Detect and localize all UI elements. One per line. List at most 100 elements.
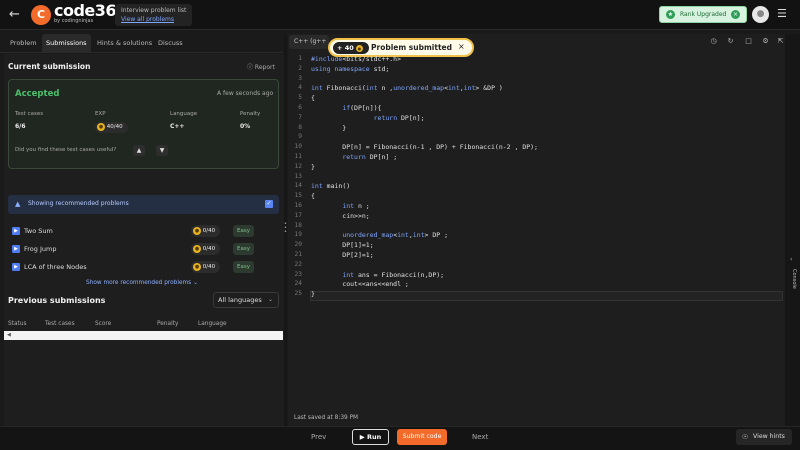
chevron-down-icon: ⌄: [267, 296, 273, 303]
tab-submissions[interactable]: Submissions: [42, 34, 91, 53]
close-icon[interactable]: ×: [458, 42, 465, 51]
line-number: 3: [298, 74, 302, 82]
current-submission-heading: Current submission: [8, 62, 91, 71]
fullscreen-icon[interactable]: □: [744, 37, 753, 46]
line-number: 13: [294, 172, 302, 180]
timer-icon[interactable]: ◷: [709, 37, 718, 46]
back-arrow-icon[interactable]: ←: [9, 7, 25, 23]
code-line[interactable]: int Fibonacci(int n ,unordered_map<int,i…: [311, 84, 503, 92]
view-all-problems-link[interactable]: View all problems: [121, 16, 174, 23]
recommended-problems-bar[interactable]: ▲ Showing recommended problems ✓: [8, 195, 279, 214]
run-button[interactable]: ▶ Run: [352, 429, 389, 445]
list-item[interactable]: ▶ Two Sum ● 0/40 Easy: [8, 224, 279, 238]
scroll-left-icon[interactable]: ◀: [7, 332, 11, 338]
problem-name: Two Sum: [24, 227, 53, 235]
chevron-down-icon: ⌄: [193, 280, 198, 286]
code-line[interactable]: {: [311, 192, 315, 200]
language-filter-select[interactable]: All languages ⌄: [213, 292, 279, 308]
exp-value: 0/40: [202, 264, 216, 270]
code-line[interactable]: DP[1]=1;: [311, 241, 373, 249]
checkbox-icon[interactable]: ✓: [265, 200, 273, 208]
table-scrollbar[interactable]: ◀: [4, 331, 283, 340]
view-hints-button[interactable]: ☉ View hints: [736, 429, 792, 445]
column-header: Language: [198, 321, 227, 327]
penalty-value: 0%: [240, 123, 251, 130]
code-line[interactable]: return DP[n] ;: [311, 153, 397, 161]
difficulty-badge: Easy: [233, 225, 254, 237]
close-icon[interactable]: ×: [731, 10, 740, 19]
expand-icon[interactable]: ⇱: [776, 37, 785, 46]
code-line[interactable]: DP[2]=1;: [311, 251, 373, 259]
previous-submissions-heading: Previous submissions: [8, 296, 106, 305]
language-filter-value: All languages: [218, 296, 262, 304]
line-number: 14: [294, 182, 302, 190]
code-line[interactable]: cin>>n;: [311, 212, 369, 220]
trophy-icon: ★: [666, 10, 675, 19]
show-more-link[interactable]: Show more recommended problems ⌄: [86, 280, 198, 286]
editor-language-tab[interactable]: C++ (g++ 5.4): [289, 35, 329, 49]
code-line[interactable]: }: [311, 163, 315, 171]
hints-label: View hints: [753, 433, 785, 440]
column-header: Test cases: [45, 321, 75, 327]
next-button[interactable]: Next: [472, 433, 488, 441]
rank-upgraded-badge[interactable]: ★ Rank Upgraded ×: [659, 6, 747, 23]
code-line[interactable]: {: [311, 94, 315, 102]
code-line[interactable]: int n ;: [311, 202, 369, 210]
test-cases-value: 6/6: [15, 123, 26, 130]
problem-name: Frog Jump: [24, 245, 57, 253]
line-number: 4: [298, 84, 302, 92]
exp-label: EXP: [95, 111, 106, 117]
line-number: 9: [298, 133, 302, 141]
coin-icon: ●: [97, 122, 105, 131]
line-number: 6: [298, 104, 302, 111]
coin-icon: ●: [193, 262, 201, 271]
code-editor[interactable]: [288, 34, 785, 426]
line-number: 24: [294, 280, 302, 288]
column-header: Score: [95, 321, 112, 327]
prev-button[interactable]: Prev: [311, 433, 326, 441]
problem-icon: ▶: [12, 245, 20, 253]
code-line[interactable]: if(DP[n]){: [311, 104, 381, 112]
tab-hints-solutions[interactable]: Hints & solutions: [93, 34, 156, 53]
hamburger-menu-icon[interactable]: ☰: [777, 8, 789, 20]
line-number: 8: [298, 123, 302, 131]
line-number: 2: [298, 64, 302, 72]
code-line[interactable]: #include<bits/stdc++.h>: [311, 55, 401, 63]
line-number: 20: [294, 241, 302, 249]
tab-discuss[interactable]: Discuss: [154, 34, 187, 53]
thumbs-down-icon[interactable]: ▼: [156, 145, 168, 156]
code360-logo-icon[interactable]: C: [31, 5, 51, 25]
submit-code-button[interactable]: Submit code: [397, 429, 447, 445]
report-label: Report: [254, 64, 275, 71]
code-line[interactable]: }: [311, 124, 346, 132]
line-number: 10: [294, 143, 302, 151]
code-line[interactable]: using namespace std;: [311, 65, 389, 73]
rank-label: Rank Upgraded: [680, 11, 727, 18]
breadcrumb-title: Interview problem list: [121, 7, 187, 14]
exp-badge: ● 0/40: [191, 225, 220, 237]
coin-icon: ●: [193, 244, 201, 253]
code-line[interactable]: }: [311, 290, 315, 298]
line-number: 16: [294, 202, 302, 209]
report-button[interactable]: ⓘ Report: [247, 62, 275, 71]
drag-handle-icon[interactable]: • • •: [284, 222, 287, 235]
list-item[interactable]: ▶ LCA of three Nodes ● 0/40 Easy: [8, 260, 279, 274]
submission-time: A few seconds ago: [217, 90, 274, 97]
line-number: 23: [294, 270, 302, 278]
thumbs-up-icon[interactable]: ▲: [133, 145, 145, 156]
code-line[interactable]: int ans = Fibonacci(n,DP);: [311, 271, 444, 279]
code-line[interactable]: DP[n] = Fibonacci(n-1 , DP) + Fibonacci(…: [311, 143, 538, 151]
tab-problem[interactable]: Problem: [6, 34, 41, 53]
code-line[interactable]: unordered_map<int,int> DP ;: [311, 231, 448, 239]
language-value: C++: [170, 123, 185, 130]
console-toggle[interactable]: ‹ Console: [785, 34, 800, 426]
gear-icon[interactable]: ⚙: [761, 37, 770, 46]
list-item[interactable]: ▶ Frog Jump ● 0/40 Easy: [8, 242, 279, 256]
avatar[interactable]: ●: [752, 6, 769, 23]
code-line[interactable]: cout<<ans<<endl ;: [311, 280, 409, 288]
show-more-label: Show more recommended problems: [86, 280, 192, 286]
code-line[interactable]: int main(): [311, 182, 350, 190]
line-number: 11: [294, 153, 302, 160]
refresh-icon[interactable]: ↻: [726, 37, 735, 46]
code-line[interactable]: return DP[n];: [311, 114, 425, 122]
